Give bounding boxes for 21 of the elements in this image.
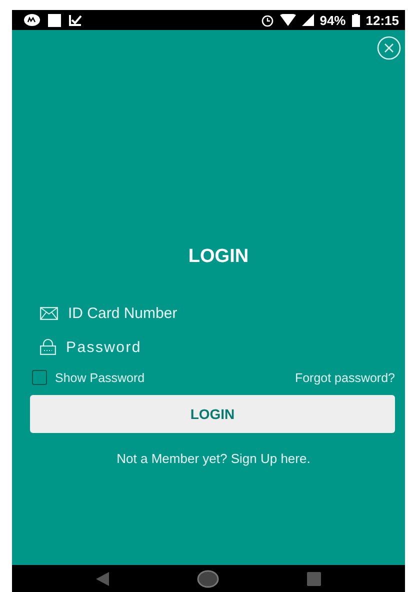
wifi-icon [280,14,296,26]
lock-icon [40,339,56,355]
clock-time: 12:15 [366,12,399,28]
input-field[interactable]: ID Card Number [68,304,328,322]
check-icon [69,14,82,26]
login-button[interactable]: LOGIN [30,395,395,433]
close-icon[interactable] [377,36,401,60]
sign-up-link[interactable]: Not a Member yet? Sign Up here. [32,451,395,466]
alarm-icon [260,14,274,26]
square-icon [48,14,61,26]
back-icon[interactable] [96,572,110,586]
signal-icon [302,14,314,26]
envelope-icon [40,306,58,320]
home-icon[interactable] [197,570,220,588]
battery-icon [352,14,360,26]
input-field[interactable]: Password [66,338,326,356]
forgot-password-link[interactable]: Forgot password? [294,370,395,384]
recents-icon[interactable] [307,572,322,586]
show-password-checkbox[interactable]: Show Password [32,370,145,385]
battery-percent: 94% [320,12,346,28]
login-title: LOGIN [187,246,250,268]
